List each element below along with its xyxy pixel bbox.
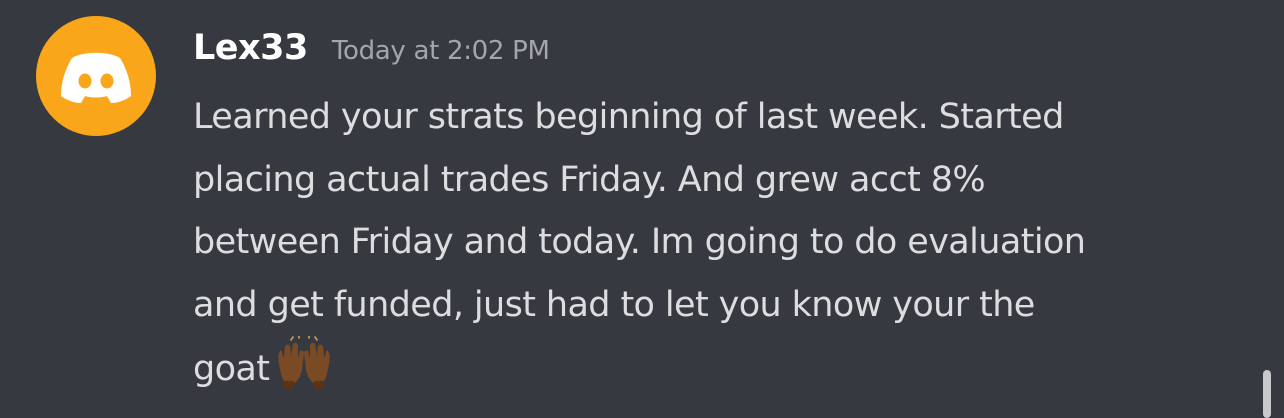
message-line: placing actual trades Friday. And grew a…	[193, 159, 986, 200]
scrollbar[interactable]	[1263, 370, 1271, 418]
message-content: Learned your strats beginning of last we…	[193, 86, 1243, 401]
discord-logo-icon	[61, 52, 131, 103]
message-line: goat	[193, 349, 270, 389]
username[interactable]: Lex33	[193, 28, 308, 68]
message-line: and get funded, just had to let you know…	[193, 284, 1035, 325]
message-line: between Friday and today. Im going to do…	[193, 222, 1086, 262]
message-header: Lex33 Today at 2:02 PM	[193, 28, 550, 76]
avatar[interactable]	[36, 16, 156, 136]
raising-hands-emoji	[278, 336, 331, 389]
timestamp: Today at 2:02 PM	[331, 36, 550, 66]
message-line: Learned your strats beginning of last we…	[193, 97, 1064, 137]
chat-message: Lex33 Today at 2:02 PM Learned your stra…	[0, 0, 1284, 418]
message-last-line: goat	[193, 336, 1243, 401]
